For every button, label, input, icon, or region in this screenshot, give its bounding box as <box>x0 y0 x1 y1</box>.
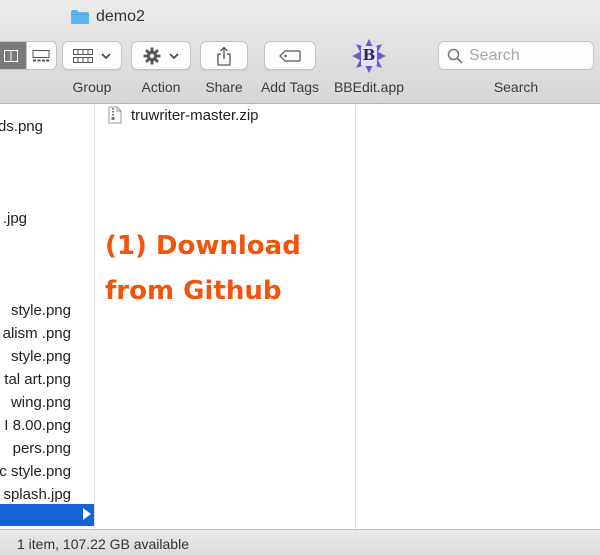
list-item[interactable]: ds.png <box>0 118 43 135</box>
status-bar: 1 item, 107.22 GB available <box>0 529 600 555</box>
parent-folder-column[interactable]: ds.png .jpg style.png alism .png style.p… <box>0 105 95 529</box>
view-mode-switcher[interactable] <box>0 41 57 70</box>
selected-folder-row[interactable] <box>0 504 94 526</box>
gallery-view-button[interactable] <box>25 42 56 69</box>
chevron-down-icon <box>101 52 111 59</box>
group-label: Group <box>72 79 112 95</box>
group-grid-icon <box>73 48 93 63</box>
search-placeholder: Search <box>469 46 520 64</box>
list-item[interactable]: style.png <box>11 348 71 365</box>
list-item[interactable]: tal art.png <box>4 371 71 388</box>
annotation-line-1: (1) Download <box>105 231 301 261</box>
folder-icon <box>70 9 90 25</box>
list-item[interactable]: wing.png <box>11 394 71 411</box>
chevron-down-icon <box>169 52 179 59</box>
bbedit-app-button[interactable]: B <box>350 38 388 74</box>
list-item[interactable]: I 8.00.png <box>4 417 71 434</box>
column-view-icon <box>3 49 18 62</box>
annotation-line-2: from Github <box>105 276 282 306</box>
list-item[interactable]: pers.png <box>13 440 71 457</box>
bbedit-app-label: BBEdit.app <box>333 79 405 95</box>
window-title-text: demo2 <box>96 8 145 25</box>
current-folder-column[interactable]: truwriter-master.zip <box>96 105 356 529</box>
file-name: truwriter-master.zip <box>131 106 259 124</box>
list-item[interactable]: splash.jpg <box>3 486 71 503</box>
list-item[interactable]: .jpg <box>3 210 27 227</box>
search-label: Search <box>493 79 539 95</box>
add-tags-button[interactable] <box>264 41 316 70</box>
gallery-view-icon <box>32 49 50 61</box>
disclosure-arrow-icon <box>83 508 91 520</box>
bbedit-app-letter: B <box>362 46 376 64</box>
search-icon <box>447 48 463 64</box>
tutorial-annotation: (1) Download from Github <box>105 224 350 314</box>
column-view-button[interactable] <box>0 42 26 69</box>
add-tags-label: Add Tags <box>260 79 320 95</box>
list-item[interactable]: style.png <box>11 302 71 319</box>
action-label: Action <box>141 79 181 95</box>
action-button[interactable] <box>131 41 191 70</box>
list-item[interactable]: c style.png <box>0 463 71 480</box>
window-toolbar: demo2 Group Action Share Add Tags B BBEd… <box>0 0 600 104</box>
preview-column[interactable] <box>357 105 600 529</box>
share-label: Share <box>205 79 243 95</box>
search-field[interactable]: Search <box>438 41 594 70</box>
group-button[interactable] <box>62 41 122 70</box>
tag-icon <box>279 49 301 62</box>
status-text: 1 item, 107.22 GB available <box>17 536 189 552</box>
window-title: demo2 <box>70 7 145 27</box>
gear-icon <box>143 47 161 64</box>
share-icon <box>217 46 231 66</box>
file-row[interactable]: truwriter-master.zip <box>108 105 259 125</box>
zip-file-icon <box>108 106 122 124</box>
list-item[interactable]: alism .png <box>3 325 71 342</box>
share-button[interactable] <box>200 41 248 70</box>
